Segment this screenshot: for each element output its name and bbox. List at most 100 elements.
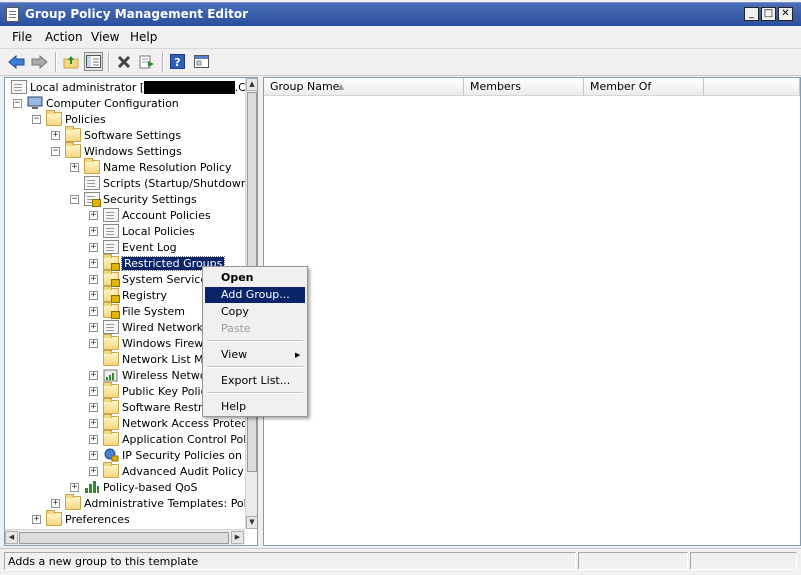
expand-icon[interactable]: + <box>89 402 98 412</box>
tree-item-software-restriction[interactable]: + Software Restric <box>89 398 212 415</box>
menu-item-export-list[interactable]: Export List... <box>205 373 305 389</box>
folder-icon <box>65 142 81 158</box>
expand-icon[interactable]: + <box>89 466 98 476</box>
menu-item-copy[interactable]: Copy <box>205 304 305 320</box>
window: Group Policy Management Editor _ □ ✕ Fil… <box>0 0 801 575</box>
expand-icon[interactable]: + <box>89 226 98 236</box>
expand-icon[interactable]: + <box>89 386 98 396</box>
expand-icon[interactable]: + <box>51 498 60 508</box>
expand-icon[interactable]: + <box>32 514 41 524</box>
tree-item-file-system[interactable]: + File System <box>89 302 185 319</box>
minimize-button[interactable]: _ <box>744 7 759 21</box>
tree-item-application-control[interactable]: + Application Control Polici <box>89 430 257 447</box>
close-button[interactable]: ✕ <box>778 7 793 21</box>
menu-item-add-group[interactable]: Add Group... <box>205 287 305 303</box>
expand-icon[interactable]: + <box>70 162 79 172</box>
help-icon[interactable]: ? <box>168 52 187 71</box>
tree-label: File System <box>122 304 185 318</box>
column-header-member-of[interactable]: Member Of <box>584 78 704 96</box>
tree-item-windows-settings[interactable]: − Windows Settings <box>51 142 182 159</box>
collapse-icon[interactable]: − <box>51 146 60 156</box>
menu-item-help[interactable]: Help <box>205 399 305 415</box>
tree-item-wireless-network[interactable]: + Wireless Networ <box>89 367 211 383</box>
tree-item-network-list-manager[interactable]: Network List Ma <box>89 350 210 367</box>
tree-item-ip-security[interactable]: + IP Security Policies on Ac <box>89 447 257 463</box>
tree-item-security-settings[interactable]: − Security Settings <box>70 191 197 207</box>
tree-item-public-key-policies[interactable]: + Public Key Policie <box>89 382 216 399</box>
tree-item-network-access-protection[interactable]: + Network Access Protecti <box>89 414 255 431</box>
maximize-button[interactable]: □ <box>761 7 776 21</box>
scroll-left-icon[interactable]: ◀ <box>5 531 18 544</box>
wireless-icon <box>103 368 119 382</box>
tree-root[interactable]: Local administrator [XXXXXXXXXXXX.COM] P <box>11 79 257 95</box>
qos-chart-icon <box>84 480 100 494</box>
expand-icon[interactable]: + <box>89 338 98 348</box>
menu-file[interactable]: File <box>12 30 32 44</box>
tree-item-windows-firewall[interactable]: + Windows Firewa <box>89 334 210 351</box>
tree-item-policies[interactable]: − Policies <box>32 110 106 127</box>
tree-item-policy-based-qos[interactable]: + Policy-based QoS <box>70 479 198 495</box>
delete-icon[interactable] <box>114 52 133 71</box>
expand-icon[interactable]: + <box>89 370 98 380</box>
tree-label: Software Settings <box>84 128 182 142</box>
tree-item-name-resolution-policy[interactable]: + Name Resolution Policy <box>70 158 232 175</box>
tree-item-preferences[interactable]: + Preferences <box>32 510 130 527</box>
scroll-up-icon[interactable]: ▲ <box>246 78 257 91</box>
tree-item-wired-network[interactable]: + Wired Network ( <box>89 319 211 335</box>
scroll-down-icon[interactable]: ▼ <box>246 516 257 529</box>
column-header-group-name[interactable]: Group Name ▲ <box>264 78 464 96</box>
column-header-members[interactable]: Members <box>464 78 584 96</box>
expand-icon[interactable]: + <box>89 258 98 268</box>
tree-item-event-log[interactable]: + Event Log <box>89 239 177 255</box>
forward-icon[interactable] <box>30 52 49 71</box>
expand-icon[interactable]: + <box>89 290 98 300</box>
collapse-icon[interactable]: − <box>70 194 79 204</box>
tree-item-computer-configuration[interactable]: − Computer Configuration <box>13 95 179 111</box>
properties-icon[interactable] <box>192 52 211 71</box>
collapse-icon[interactable]: − <box>32 114 41 124</box>
menu-item-view[interactable]: View <box>205 347 305 363</box>
menu-view[interactable]: View <box>91 30 119 44</box>
tree-item-system-services[interactable]: + System Services <box>89 270 213 287</box>
security-settings-icon <box>84 192 101 207</box>
tree-horizontal-scrollbar[interactable]: ◀ ▶ <box>5 529 245 545</box>
tree-label: Windows Settings <box>84 144 182 158</box>
tree-item-advanced-audit-policy[interactable]: + Advanced Audit Policy C <box>89 462 255 479</box>
sort-ascending-icon: ▲ <box>338 82 345 91</box>
back-icon[interactable] <box>7 52 26 71</box>
collapse-icon[interactable]: − <box>13 98 22 108</box>
expand-icon[interactable]: + <box>89 210 98 220</box>
tree-label: System Services <box>122 272 213 286</box>
menu-bar: File Action View Help <box>0 26 801 49</box>
scroll-thumb[interactable] <box>19 532 229 544</box>
scroll-right-icon[interactable]: ▶ <box>231 531 244 544</box>
tree-label: Registry <box>122 288 168 302</box>
expand-icon[interactable]: + <box>51 130 60 140</box>
menu-item-open[interactable]: Open <box>205 270 305 286</box>
tree-item-software-settings[interactable]: + Software Settings <box>51 126 182 143</box>
expand-icon[interactable]: + <box>89 418 98 428</box>
tree-item-local-policies[interactable]: + Local Policies <box>89 223 195 239</box>
expand-icon[interactable]: + <box>89 306 98 316</box>
status-segment <box>690 552 797 570</box>
tree-item-account-policies[interactable]: + Account Policies <box>89 207 211 223</box>
title-bar[interactable]: Group Policy Management Editor _ □ ✕ <box>0 2 801 26</box>
menu-action[interactable]: Action <box>45 30 83 44</box>
expand-icon[interactable]: + <box>89 242 98 252</box>
menu-help[interactable]: Help <box>130 30 157 44</box>
submenu-arrow-icon: ▶ <box>295 351 301 359</box>
expand-icon[interactable]: + <box>89 274 98 284</box>
details-pane[interactable]: Group Name ▲ Members Member Of <box>263 77 801 546</box>
expand-icon[interactable]: + <box>89 434 98 444</box>
expand-icon[interactable]: + <box>89 322 98 332</box>
show-hide-tree-icon[interactable] <box>84 52 103 71</box>
up-folder-icon[interactable] <box>61 52 80 71</box>
tree-label: Policies <box>65 112 106 126</box>
export-list-icon[interactable] <box>137 52 156 71</box>
tree-item-scripts[interactable]: Scripts (Startup/Shutdown) <box>70 175 252 191</box>
menu-item-paste: Paste <box>221 322 251 335</box>
expand-icon[interactable]: + <box>70 482 79 492</box>
tree-item-administrative-templates[interactable]: + Administrative Templates: Policy <box>51 494 257 511</box>
tree-item-registry[interactable]: + Registry <box>89 286 168 303</box>
expand-icon[interactable]: + <box>89 450 98 460</box>
